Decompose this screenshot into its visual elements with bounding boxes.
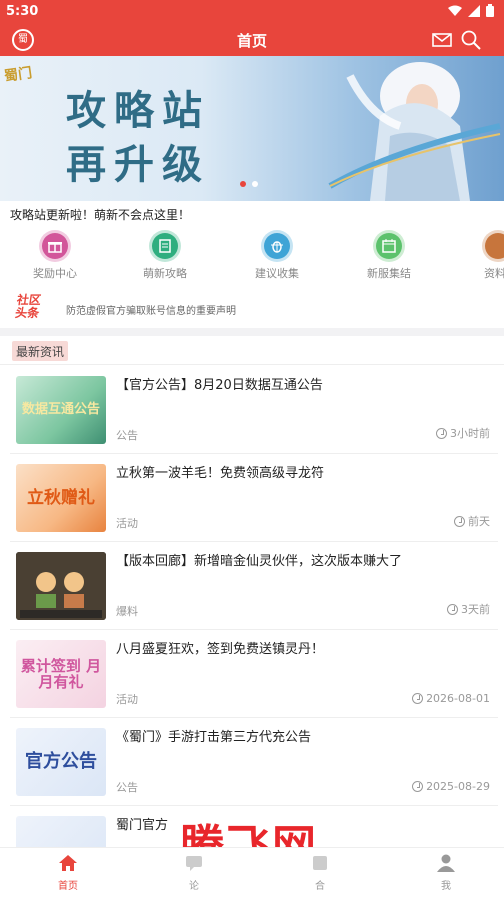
news-title[interactable]: 【版本回廊】新增暗金仙灵伙伴，这次版本赚大了 [116, 550, 486, 569]
guide-icon [149, 230, 181, 262]
news-thumbnail: 数据互通公告 [16, 376, 106, 444]
news-time-text: 3天前 [461, 603, 490, 616]
banner-pager[interactable] [240, 181, 258, 187]
mail-icon[interactable] [432, 30, 452, 50]
clock-icon [412, 781, 424, 792]
promo-banner[interactable]: 蜀门 攻略站 再升级 [0, 56, 504, 201]
banner-dot[interactable] [252, 181, 258, 187]
section-title: 最新资讯 [12, 341, 69, 361]
nav-label: 我 [441, 881, 451, 892]
banner-headline-1: 攻略站 [66, 87, 210, 134]
status-bar: 5:30 [0, 0, 504, 24]
banner-dot-active[interactable] [240, 181, 246, 187]
nav-forum[interactable]: 论 [144, 854, 244, 892]
clock-icon [412, 693, 424, 704]
headline-badge: 社区 头条 [14, 293, 48, 320]
news-title[interactable]: 《蜀门》手游打击第三方代充公告 [116, 726, 486, 745]
wifi-icon [448, 5, 462, 16]
community-headline[interactable]: 社区 头条 防范虚假官方骗取账号信息的重要声明 [0, 290, 504, 328]
bug-icon [261, 230, 293, 262]
gift-icon [39, 230, 71, 262]
quick-link-rewards[interactable]: 奖励中心 [10, 230, 100, 281]
news-time: 2025-08-29 [412, 780, 490, 793]
news-title[interactable]: 【官方公告】8月20日数据互通公告 [116, 374, 486, 393]
forum-icon [186, 856, 202, 871]
news-time: 3天前 [447, 601, 490, 617]
calendar-icon [373, 230, 405, 262]
status-icons [448, 4, 494, 17]
news-item[interactable]: 【版本回廊】新增暗金仙灵伙伴，这次版本赚大了 爆料 3天前 [10, 546, 498, 630]
quick-links: 奖励中心 萌新攻略 建议收集 新服集结 资料 [0, 230, 504, 286]
banner-headline-2: 再升级 [66, 141, 210, 188]
headline-badge-line2: 头条 [14, 306, 41, 320]
signal-icon [468, 4, 480, 17]
news-tag: 活动 [116, 517, 138, 530]
news-item[interactable]: 立秋赠礼 立秋第一波羊毛！免费领高级寻龙符 活动 前天 [10, 458, 498, 542]
news-title[interactable]: 八月盛夏狂欢，签到免费送镇灵丹！ [116, 638, 486, 657]
nav-profile[interactable]: 我 [396, 854, 496, 892]
news-item[interactable]: 数据互通公告 【官方公告】8月20日数据互通公告 公告 3小时前 [10, 370, 498, 454]
news-thumbnail: 官方公告 [16, 728, 106, 796]
collection-icon [313, 856, 327, 870]
clock-icon [447, 603, 458, 615]
quick-link-label: 新服集结 [367, 267, 411, 280]
news-time: 3小时前 [436, 425, 490, 441]
nav-collection[interactable]: 合 [270, 854, 370, 892]
archive-icon [482, 230, 504, 262]
quick-link-feedback[interactable]: 建议收集 [232, 230, 322, 281]
news-tag: 爆料 [116, 605, 138, 618]
news-time-text: 3小时前 [450, 427, 490, 440]
nav-label: 论 [189, 881, 199, 892]
page-title: 首页 [236, 32, 267, 50]
news-time-text: 前天 [468, 515, 490, 528]
bottom-nav: 首页 论 合 我 [0, 847, 504, 897]
quick-link-new-server[interactable]: 新服集结 [344, 230, 434, 281]
section-divider [0, 328, 504, 336]
news-thumbnail [16, 552, 106, 620]
news-title[interactable]: 立秋第一波羊毛！免费领高级寻龙符 [116, 462, 486, 481]
quick-link-label: 萌新攻略 [143, 267, 187, 280]
headline-text[interactable]: 防范虚假官方骗取账号信息的重要声明 [66, 302, 236, 317]
nav-label: 首页 [58, 881, 78, 892]
news-time: 2026-08-01 [412, 692, 490, 705]
section-divider-line [0, 364, 504, 365]
search-icon[interactable] [460, 29, 482, 51]
clock-icon [436, 427, 447, 439]
nav-home[interactable]: 首页 [18, 854, 118, 892]
quick-link-archive[interactable]: 资料 [452, 230, 504, 281]
news-time-text: 2026-08-01 [426, 692, 490, 705]
banner-game-logo: 蜀门 [3, 65, 34, 85]
news-tag: 公告 [116, 429, 138, 442]
nav-label: 合 [315, 881, 325, 892]
clock-icon [454, 515, 465, 527]
game-screenshot-icon [16, 552, 106, 620]
quick-link-label: 建议收集 [255, 267, 299, 280]
news-item[interactable]: 累计签到 月月有礼 八月盛夏狂欢，签到免费送镇灵丹！ 活动 2026-08-01 [10, 634, 498, 718]
quick-link-label: 奖励中心 [33, 267, 77, 280]
app-bar: 蜀 首页 [0, 24, 504, 56]
home-icon [59, 855, 77, 871]
status-time: 5:30 [6, 4, 39, 19]
news-tag: 公告 [116, 781, 138, 794]
news-thumbnail: 累计签到 月月有礼 [16, 640, 106, 708]
news-time: 前天 [454, 513, 490, 529]
banner-hero-illustration [328, 62, 501, 201]
news-thumbnail: 立秋赠礼 [16, 464, 106, 532]
user-icon [437, 854, 455, 872]
notice-link[interactable]: 攻略站更新啦！萌新不会点这里！ [10, 206, 190, 223]
quick-link-guide[interactable]: 萌新攻略 [120, 230, 210, 281]
news-item[interactable]: 官方公告 《蜀门》手游打击第三方代充公告 公告 2025-08-29 [10, 722, 498, 806]
news-time-text: 2025-08-29 [426, 780, 490, 793]
quick-link-label: 资料 [484, 267, 504, 280]
battery-icon [486, 4, 494, 17]
news-tag: 活动 [116, 693, 138, 706]
